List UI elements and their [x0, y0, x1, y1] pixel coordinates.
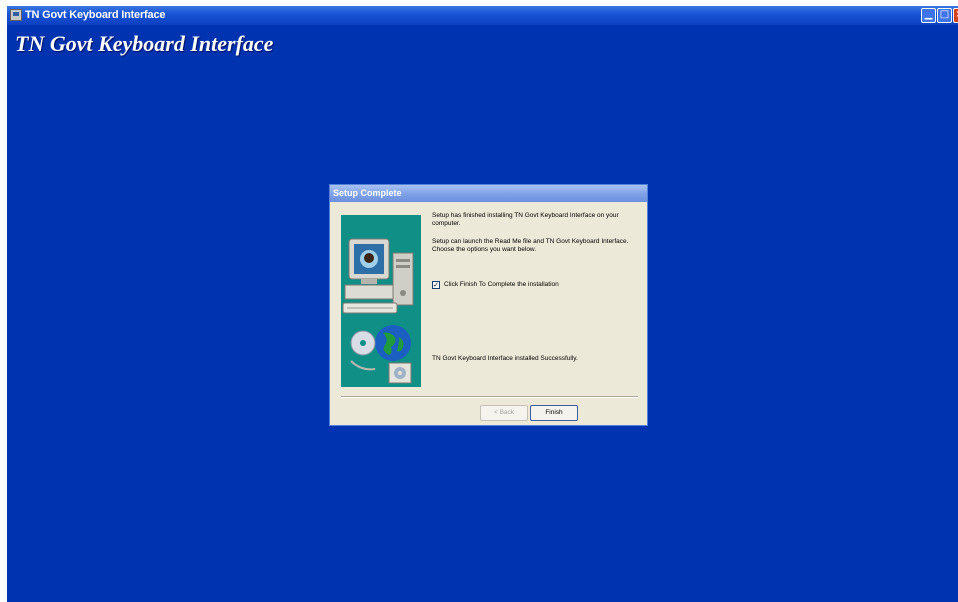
success-message: TN Govt Keyboard Interface installed Suc… — [432, 355, 578, 362]
maximize-button[interactable]: □ — [937, 8, 952, 23]
app-window: TN Govt Keyboard Interface ▁ □ × TN Govt… — [7, 6, 958, 602]
dialog-titlebar[interactable]: Setup Complete — [330, 185, 647, 202]
finish-checkbox[interactable]: ✓ — [432, 281, 440, 289]
close-button[interactable]: × — [953, 8, 958, 23]
launch-message: Setup can launch the Read Me file and TN… — [432, 238, 629, 253]
computer-globe-illustration — [342, 238, 414, 384]
window-titlebar[interactable]: TN Govt Keyboard Interface ▁ □ × — [7, 6, 958, 25]
setup-complete-dialog: Setup Complete Setup has finished instal… — [329, 184, 648, 426]
app-heading: TN Govt Keyboard Interface — [15, 31, 274, 56]
setup-illustration — [341, 215, 421, 387]
app-icon[interactable] — [10, 9, 22, 21]
dialog-title: Setup Complete — [333, 188, 402, 198]
window-title: TN Govt Keyboard Interface — [25, 9, 166, 21]
finish-checkbox-label[interactable]: Click Finish To Complete the installatio… — [444, 281, 559, 289]
finished-message: Setup has finished installing TN Govt Ke… — [432, 212, 619, 227]
dialog-divider — [341, 396, 638, 398]
finish-button[interactable]: Finish — [530, 405, 578, 421]
minimize-button[interactable]: ▁ — [921, 8, 936, 23]
back-button[interactable]: < Back — [480, 405, 528, 421]
